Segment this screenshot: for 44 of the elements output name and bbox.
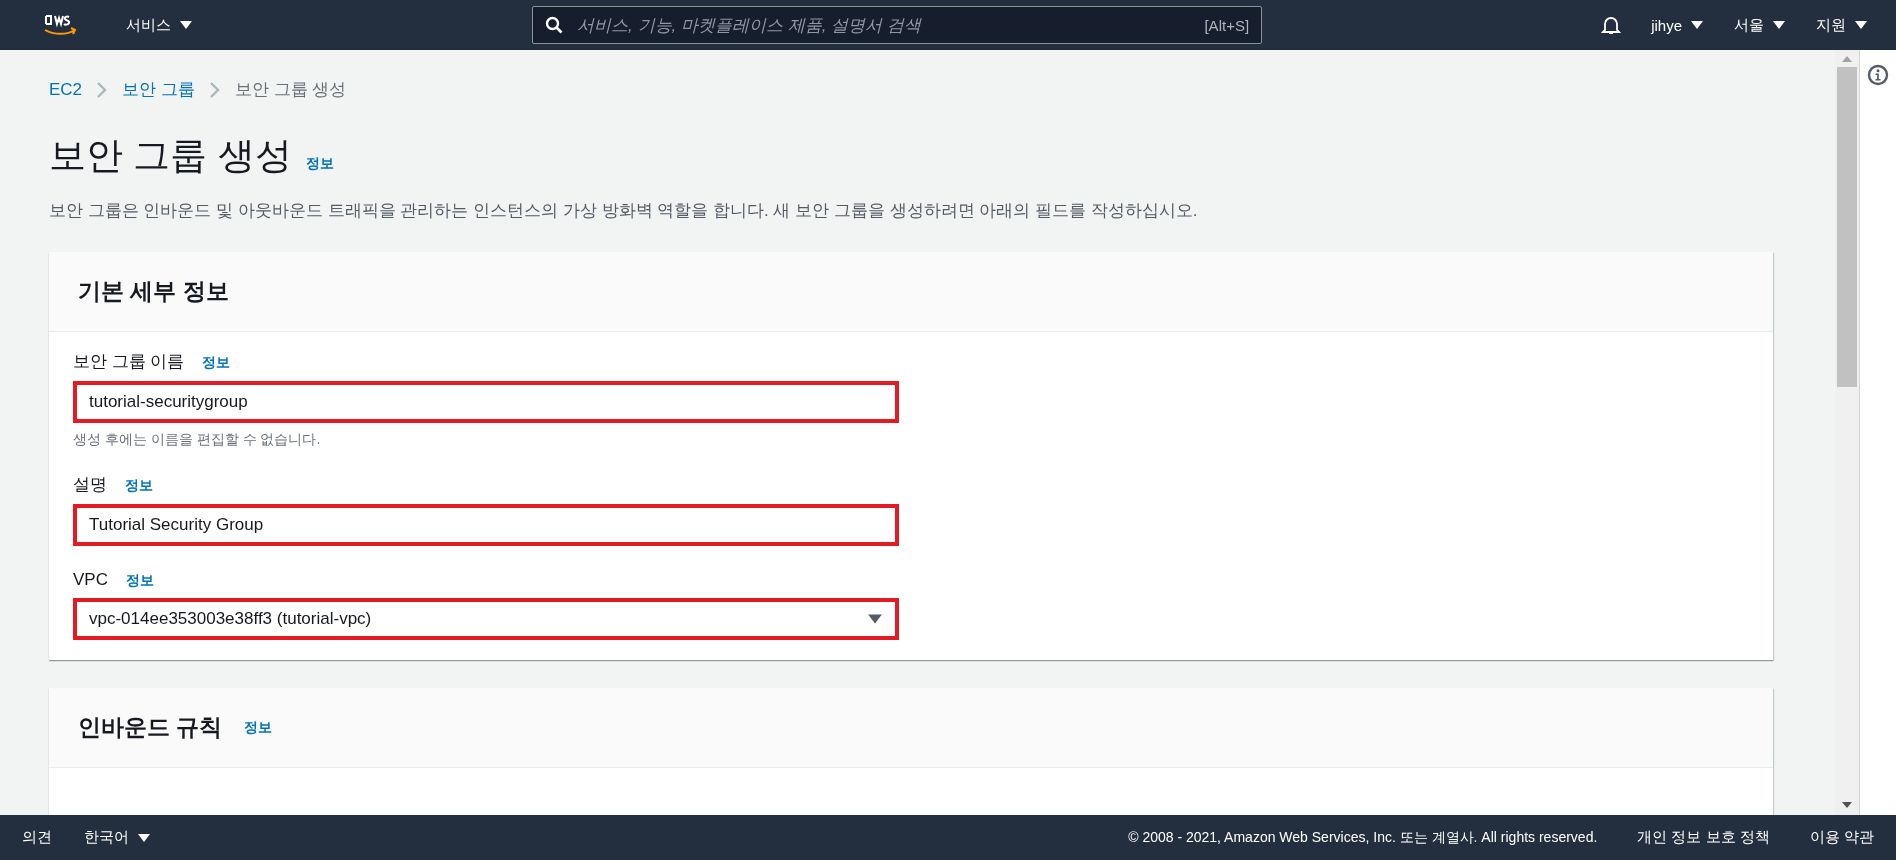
- caret-icon: [179, 20, 193, 30]
- input-field[interactable]: Tutorial Security Group: [73, 504, 899, 546]
- scroll-down-icon[interactable]: [1841, 801, 1853, 809]
- account-menu[interactable]: 지원: [1816, 15, 1868, 35]
- breadcrumb-link[interactable]: EC2: [49, 79, 83, 100]
- caret-icon: [1690, 20, 1704, 30]
- dropdown-caret-icon: [867, 613, 883, 625]
- feedback-link[interactable]: 의견: [22, 828, 52, 847]
- panel-title: 인바운드 규칙: [78, 713, 223, 742]
- copyright-text: © 2008 - 2021, Amazon Web Services, Inc. 또는 계열사. All rights reserved.: [1128, 828, 1598, 847]
- scrollbar[interactable]: [1835, 50, 1860, 815]
- caret-icon: [1772, 20, 1786, 30]
- footer-link[interactable]: 개인 정보 보호 정책: [1637, 828, 1770, 847]
- field-label: 보안 그룹 이름: [73, 351, 185, 373]
- page-title: 보안 그룹 생성: [49, 134, 292, 178]
- language-menu[interactable]: 한국어: [84, 828, 151, 847]
- info-link[interactable]: 정보: [125, 572, 154, 590]
- chevron-right-icon: [96, 80, 109, 99]
- info-link[interactable]: 정보: [202, 354, 231, 372]
- breadcrumb-link[interactable]: 보안 그룹: [122, 78, 195, 101]
- field-hint: 생성 후에는 이름을 편집할 수 없습니다.: [73, 431, 322, 449]
- info-link[interactable]: 정보: [305, 155, 334, 173]
- field-label: VPC: [73, 570, 108, 590]
- input-field[interactable]: tutorial-securitygroup: [73, 381, 899, 423]
- shortcut-hint: [Alt+S]: [1204, 16, 1250, 34]
- vpc-select[interactable]: vpc-014ee353003e38ff3 (tutorial-vpc): [73, 598, 899, 640]
- info-link[interactable]: 정보: [244, 718, 273, 737]
- field-label: 설명: [73, 474, 107, 496]
- account-menu[interactable]: jihye: [1651, 16, 1704, 34]
- bell-icon[interactable]: [1601, 15, 1622, 35]
- caret-icon: [137, 832, 151, 843]
- chevron-right-icon: [208, 80, 221, 99]
- current-page-label: 보안 그룹 생성: [234, 79, 347, 101]
- panel-title: 기본 세부 정보: [78, 277, 229, 306]
- scrollbar-thumb[interactable]: [1837, 67, 1857, 387]
- page-description: 보안 그룹은 인바운드 및 아웃바운드 트래픽을 관리하는 인스턴스의 가상 방화벽 역할을 합니다. 새 보안 그룹을 생성하려면 아래의 필드를 작성하십시오.: [49, 200, 1199, 222]
- info-icon[interactable]: [1867, 64, 1889, 86]
- caret-icon: [1854, 20, 1868, 30]
- search-field[interactable]: 서비스, 기능, 마켓플레이스 제품, 설명서 검색 [Alt+S]: [532, 6, 1263, 44]
- footer-link[interactable]: 이용 약관: [1809, 828, 1874, 847]
- info-link[interactable]: 정보: [125, 477, 153, 495]
- search-icon: [545, 16, 564, 34]
- account-menu[interactable]: 서울: [1734, 15, 1786, 35]
- services-menu[interactable]: 서비스: [126, 15, 193, 35]
